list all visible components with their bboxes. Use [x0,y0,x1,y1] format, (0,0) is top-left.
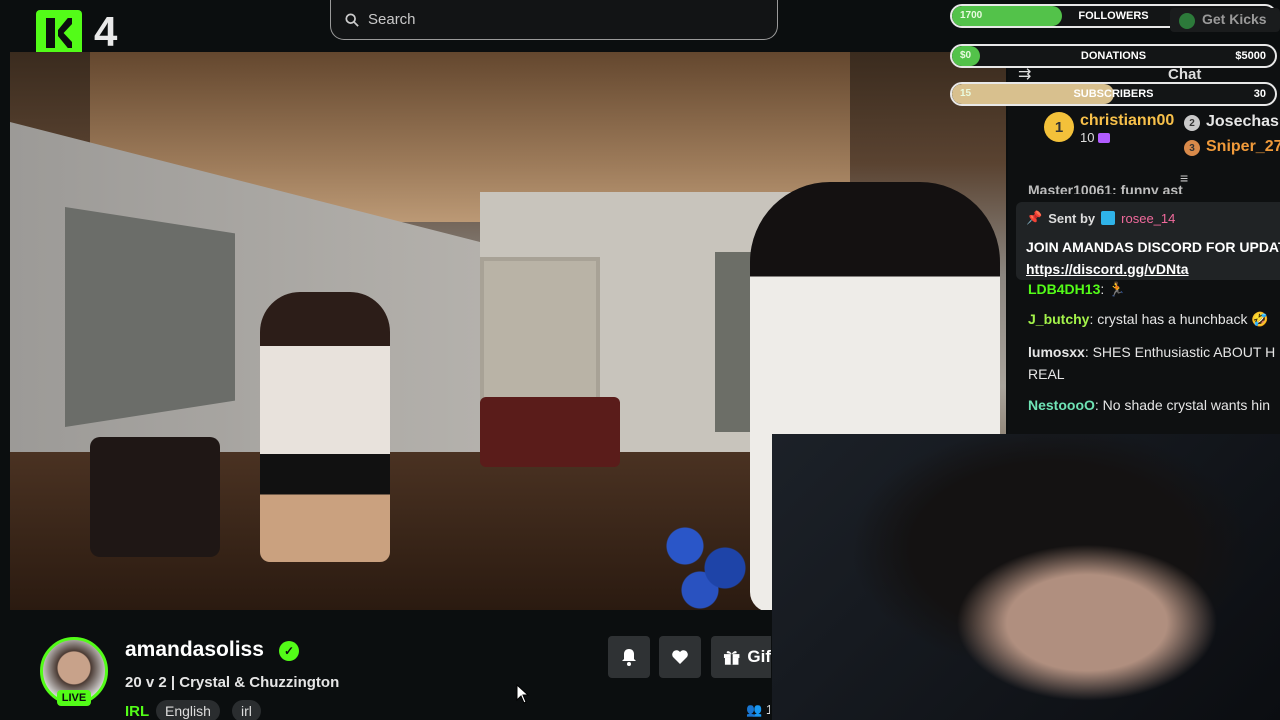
gift-label: Gif [747,647,771,666]
chat-user[interactable]: lumosxx [1028,344,1085,360]
mouse-cursor-icon [516,684,530,704]
gift-subs-button[interactable]: Gif [711,636,771,678]
pin-icon: 📌 [1026,210,1043,225]
get-kicks-button[interactable]: Get Kicks [1170,8,1280,32]
chat-message-clipped: Master10061: funny ast [1028,182,1183,194]
chat-text: 🏃 [1108,281,1126,297]
brand-number: 4 [94,8,118,55]
chat-user[interactable]: NestoooO [1028,397,1095,413]
chat-message: NestoooO: No shade crystal wants hin [1028,397,1270,413]
leaderboard-name[interactable]: Sniper_27 [1206,138,1280,156]
video-balloons [655,502,755,610]
chat-message: J_butchy: crystal has a hunchback 🤣 [1028,311,1269,327]
chat-text-continued: REAL [1028,366,1065,382]
heart-icon [672,650,688,664]
chat-message: lumosxx: SHES Enthusiastic ABOUT H REAL [1028,344,1276,382]
leaderboard-third: 3 Sniper_27 [1184,138,1280,188]
goal-max: $5000 [1235,50,1266,62]
gift-icon [723,651,740,665]
donations-goal-bar: $0 DONATIONS $5000 [950,44,1277,68]
stream-title: 20 v 2 | Crystal & Chuzzington [125,674,340,691]
kick-logo[interactable] [36,10,82,56]
chat-text: crystal has a hunchback 🤣 [1097,311,1269,327]
live-badge: LIVE [57,690,91,706]
webcam-overlay [772,434,1280,720]
gold-medal-icon: 1 [1044,112,1074,142]
chat-text: SHES Enthusiastic ABOUT H [1092,344,1276,360]
get-kicks-label: Get Kicks [1202,11,1267,27]
chat-message: LDB4DH13: 🏃 [1028,281,1126,297]
bronze-medal-icon: 3 [1184,140,1200,156]
video-person [260,292,390,562]
video-whiteboard [65,207,235,427]
chat-user[interactable]: LDB4DH13 [1028,281,1100,297]
goal-label: SUBSCRIBERS [1073,88,1154,100]
silver-medal-icon: 2 [1184,115,1200,131]
leaderboard-name[interactable]: Josechasi [1206,113,1280,131]
pinned-link[interactable]: https://discord.gg/vDNta [1026,261,1189,277]
pinned-message[interactable]: 📌 Sent by rosee_14 JOIN AMANDAS DISCORD … [1016,202,1280,280]
follow-heart-button[interactable] [659,636,701,678]
video-sofa [480,397,620,467]
video-door [480,257,600,407]
leaderboard-first: 1 christiann00 10 [1044,112,1174,162]
viewer-number: 1 [765,702,770,717]
search-icon [345,12,359,27]
kick-stream-page: 4 Search ⇉ Chat 1 christiann00 10 2 Jose… [0,0,1280,720]
video-chair [90,437,220,557]
gift-icon [1098,132,1111,143]
tag-english[interactable]: English [156,700,220,720]
gift-count: 10 [1080,130,1095,145]
viewers-icon: 👥 [746,702,763,717]
pinned-sent-by: Sent by [1048,210,1096,226]
pinned-user[interactable]: rosee_14 [1121,211,1175,226]
goal-max: 30 [1253,88,1266,100]
kicks-icon [1179,13,1195,29]
category-link[interactable]: IRL [125,703,149,720]
chat-title: Chat [1168,66,1202,83]
verified-check-icon: ✓ [279,641,299,661]
tag-irl[interactable]: irl [232,700,261,720]
notification-bell-button[interactable] [608,636,650,678]
bell-icon [622,649,636,666]
leaderboard-name[interactable]: christiann00 [1080,112,1174,130]
search-placeholder: Search [368,11,416,28]
chat-user[interactable]: J_butchy [1028,311,1089,327]
moderator-badge-icon [1101,211,1116,225]
channel-username[interactable]: amandasoliss [125,638,264,662]
goal-label: DONATIONS [1080,50,1147,62]
pinned-text: JOIN AMANDAS DISCORD FOR UPDATES [1026,239,1280,255]
chat-text: No shade crystal wants hin [1102,397,1270,413]
subscribers-goal-bar: 15 SUBSCRIBERS 30 [950,82,1277,106]
viewer-count: 👥 1 [746,702,770,718]
search-input[interactable]: Search [330,0,778,40]
